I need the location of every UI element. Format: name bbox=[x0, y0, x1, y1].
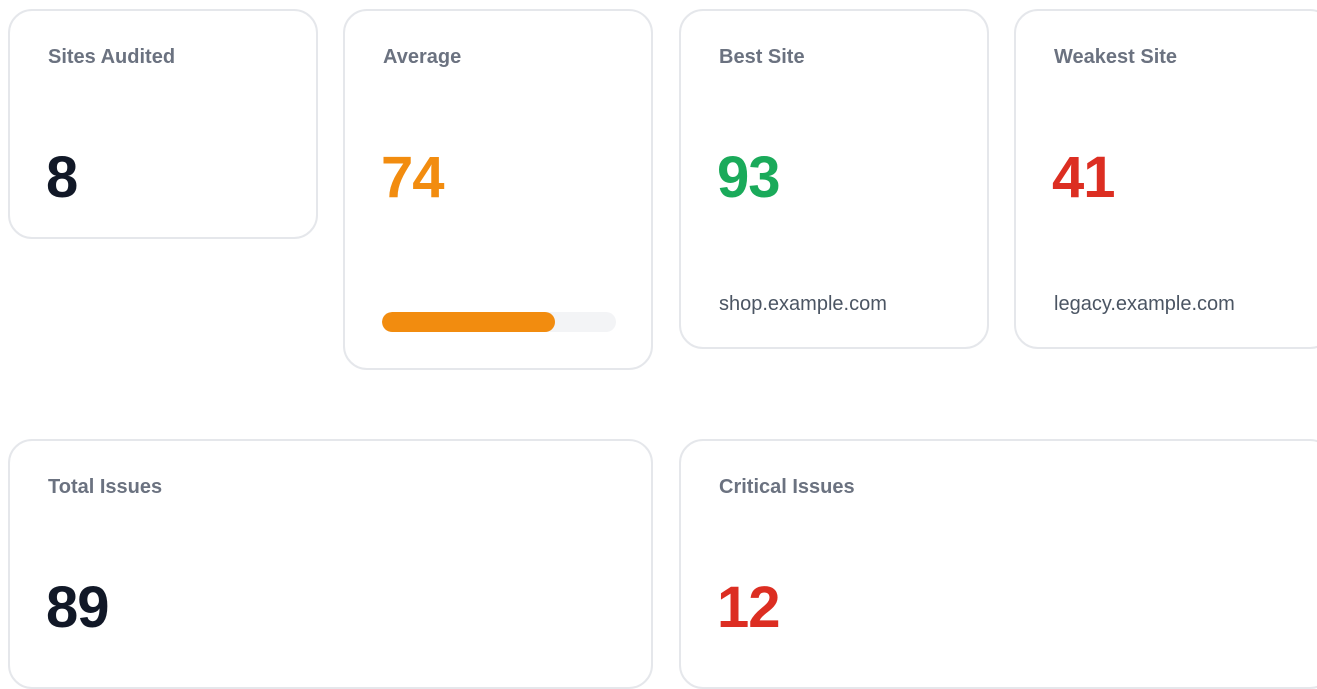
best-site-value: 93 bbox=[717, 145, 781, 210]
sites-audited-value: 8 bbox=[46, 145, 78, 210]
sites-audited-label: Sites Audited bbox=[48, 46, 176, 68]
weakest-site-value: 41 bbox=[1052, 145, 1116, 210]
average-label: Average bbox=[383, 46, 462, 68]
critical-issues-value: 12 bbox=[717, 575, 781, 640]
total-issues-card: Total Issues 89 bbox=[8, 439, 653, 689]
critical-issues-label: Critical Issues bbox=[719, 476, 855, 498]
best-site-card: Best Site 93 shop.example.com bbox=[679, 9, 989, 349]
weakest-site-card: Weakest Site 41 legacy.example.com bbox=[1014, 9, 1317, 349]
best-site-label: Best Site bbox=[719, 46, 805, 68]
critical-issues-card: Critical Issues 12 bbox=[679, 439, 1317, 689]
average-score-card: Average 74 bbox=[343, 9, 653, 370]
average-progress-bar bbox=[382, 312, 616, 332]
best-site-domain: shop.example.com bbox=[719, 293, 887, 315]
average-progress-fill bbox=[382, 312, 556, 332]
weakest-site-label: Weakest Site bbox=[1054, 46, 1178, 68]
average-value: 74 bbox=[381, 145, 445, 210]
weakest-site-domain: legacy.example.com bbox=[1054, 293, 1235, 315]
sites-audited-card: Sites Audited 8 bbox=[8, 9, 318, 239]
total-issues-label: Total Issues bbox=[48, 476, 163, 498]
total-issues-value: 89 bbox=[46, 575, 110, 640]
